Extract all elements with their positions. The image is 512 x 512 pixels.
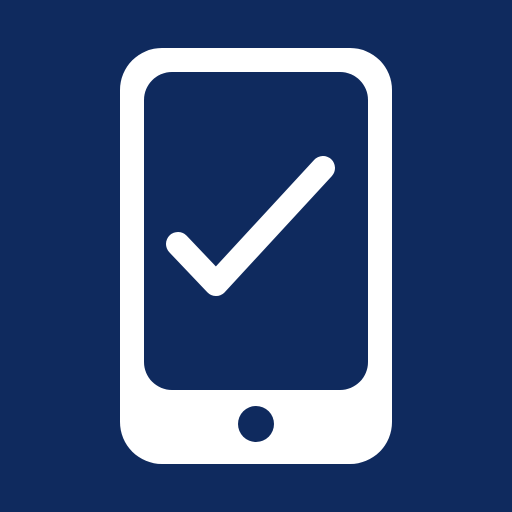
app-icon bbox=[0, 0, 512, 512]
home-button bbox=[238, 406, 274, 442]
phone-checkmark-icon bbox=[0, 0, 512, 512]
